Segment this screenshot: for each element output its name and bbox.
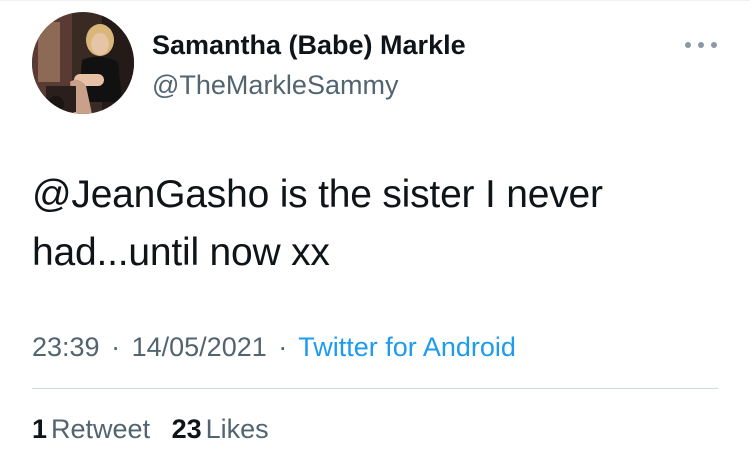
tweet-text-line-2: had...until now xx xyxy=(32,231,330,274)
likes-label: Likes xyxy=(205,414,269,444)
retweets-stat[interactable]: 1 Retweet xyxy=(32,414,150,444)
tweet-source-link[interactable]: Twitter for Android xyxy=(298,332,516,362)
mention-link[interactable]: @JeanGasho xyxy=(32,173,269,216)
likes-count: 23 xyxy=(171,414,202,444)
avatar[interactable] xyxy=(32,12,134,114)
retweets-count: 1 xyxy=(32,414,48,444)
tweet-text-rest: is the sister I never xyxy=(269,173,603,216)
more-horizontal-icon[interactable] xyxy=(682,36,722,54)
tweet-text-line-1: @JeanGasho is the sister I never xyxy=(32,166,712,224)
divider xyxy=(32,388,718,389)
meta-separator: · xyxy=(278,332,288,362)
author-block: Samantha (Babe) Markle @TheMarkleSammy xyxy=(152,28,466,102)
tweet-meta: 23:39 · 14/05/2021 · Twitter for Android xyxy=(32,330,516,364)
likes-stat[interactable]: 23 Likes xyxy=(172,414,269,444)
retweets-label: Retweet xyxy=(51,414,151,444)
user-handle[interactable]: @TheMarkleSammy xyxy=(152,68,466,102)
top-divider xyxy=(0,0,750,1)
tweet-text: @JeanGasho is the sister I never had...u… xyxy=(32,166,712,282)
display-name[interactable]: Samantha (Babe) Markle xyxy=(152,28,466,62)
tweet-card: Samantha (Babe) Markle @TheMarkleSammy @… xyxy=(0,0,750,464)
meta-separator: · xyxy=(111,332,121,362)
profile-photo xyxy=(32,12,134,114)
tweet-date[interactable]: 14/05/2021 xyxy=(132,332,267,362)
tweet-stats: 1 Retweet 23 Likes xyxy=(32,412,283,446)
tweet-time[interactable]: 23:39 xyxy=(32,332,100,362)
